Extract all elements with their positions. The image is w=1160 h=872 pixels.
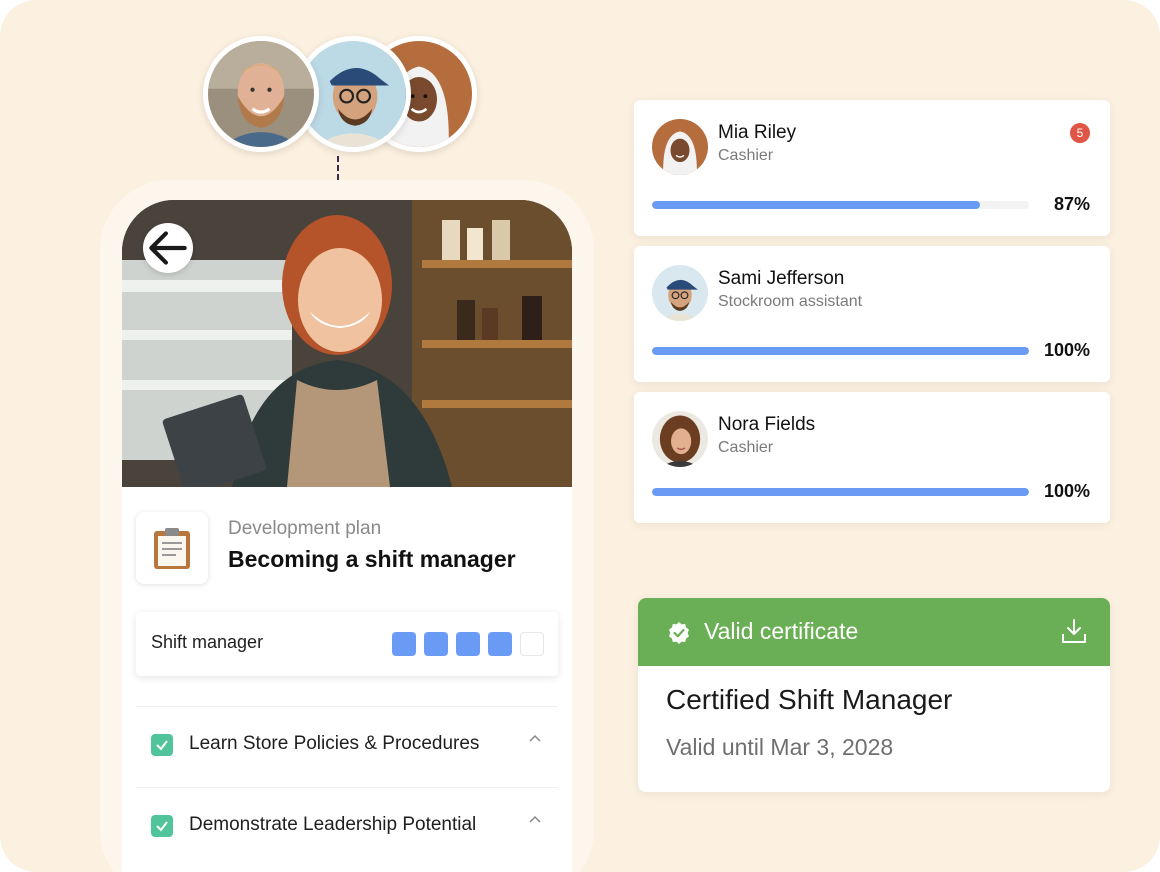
skill-level-block — [392, 632, 416, 656]
task-checkbox[interactable] — [151, 815, 173, 837]
employee-role: Cashier — [718, 439, 774, 456]
progress-fill — [652, 201, 980, 209]
avatar — [652, 119, 708, 175]
progress-percent: 87% — [1053, 194, 1090, 214]
progress-percent: 100% — [1043, 481, 1090, 501]
certificate-title: Certified Shift Manager — [666, 684, 953, 715]
task-row[interactable]: Learn Store Policies & Procedures — [136, 706, 558, 782]
chevron-up-icon[interactable] — [528, 733, 542, 743]
plan-icon-tile — [136, 512, 208, 584]
progress-bar — [652, 488, 1029, 496]
hero-image — [122, 200, 572, 487]
skill-level-block — [424, 632, 448, 656]
progress-fill — [652, 347, 1029, 355]
progress-fill — [652, 488, 1029, 496]
chevron-up-icon[interactable] — [528, 814, 542, 824]
download-icon[interactable] — [1058, 616, 1090, 648]
plan-subtitle: Development plan — [228, 518, 382, 539]
task-label: Learn Store Policies & Procedures — [189, 733, 480, 754]
man-with-cap-avatar — [652, 265, 708, 321]
clipboard-icon — [154, 528, 190, 569]
task-label: Demonstrate Leadership Potential — [189, 814, 477, 835]
employee-role: Cashier — [718, 147, 774, 164]
certificate-card: Valid certificate Certified Shift Manage… — [638, 598, 1110, 792]
employee-name: Sami Jefferson — [718, 268, 845, 289]
avatar — [652, 265, 708, 321]
skill-level-block — [488, 632, 512, 656]
team-avatar-group — [203, 36, 477, 156]
phone-screen: Development plan Becoming a shift manage… — [122, 200, 572, 872]
employee-card[interactable]: Sami Jefferson Stockroom assistant 100% — [634, 246, 1110, 382]
arrow-left-icon — [149, 231, 187, 265]
plan-title: Becoming a shift manager — [228, 546, 516, 572]
employee-card[interactable]: Nora Fields Cashier 100% — [634, 392, 1110, 523]
avatar — [652, 411, 708, 467]
avatar — [203, 36, 319, 152]
progress-bar — [652, 201, 1029, 209]
certificate-header: Valid certificate — [638, 598, 1110, 666]
employee-card[interactable]: Mia Riley Cashier 5 87% — [634, 100, 1110, 236]
checkmark-icon — [156, 821, 168, 832]
checkmark-icon — [156, 740, 168, 751]
progress-bar — [652, 347, 1029, 355]
verified-badge-icon — [669, 622, 689, 644]
task-row[interactable]: Demonstrate Leadership Potential — [136, 787, 558, 863]
certificate-validity: Valid until Mar 3, 2028 — [666, 734, 894, 760]
development-plan-header: Development plan Becoming a shift manage… — [136, 512, 556, 584]
employee-role: Stockroom assistant — [718, 293, 863, 310]
skill-level-card: Shift manager — [136, 612, 558, 676]
skill-level-block — [456, 632, 480, 656]
woman-curly-hair-avatar — [652, 411, 708, 467]
progress-percent: 100% — [1043, 340, 1090, 360]
task-checkbox[interactable] — [151, 734, 173, 756]
back-button[interactable] — [143, 223, 193, 273]
certificate-status: Valid certificate — [704, 618, 859, 644]
employee-name: Mia Riley — [718, 122, 797, 143]
skill-label: Shift manager — [151, 632, 264, 652]
notification-badge: 5 — [1070, 123, 1090, 143]
employee-name: Nora Fields — [718, 414, 816, 435]
bearded-man-avatar — [208, 41, 314, 147]
skill-level-indicator — [392, 632, 544, 656]
woman-with-hijab-avatar — [652, 119, 708, 175]
skill-level-block — [520, 632, 544, 656]
